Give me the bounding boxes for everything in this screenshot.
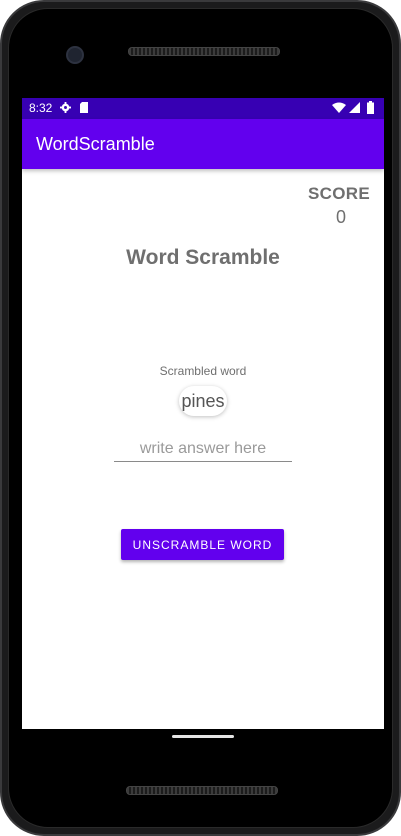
unscramble-word-button[interactable]: UNSCRAMBLE WORD [121, 529, 284, 560]
game-title: Word Scramble [126, 246, 280, 269]
status-time: 8:32 [29, 101, 53, 115]
wifi-icon [332, 102, 346, 113]
sd-card-icon [80, 102, 88, 113]
earpiece-speaker [128, 47, 280, 56]
phone-frame: 8:32 WordScramble SCORE 0 Word Scramble … [0, 0, 401, 836]
front-camera [66, 46, 84, 64]
app-title: WordScramble [36, 134, 155, 154]
score-value: 0 [335, 207, 346, 227]
score-label: SCORE [308, 184, 370, 203]
gear-icon [60, 102, 71, 113]
app-screen: 8:32 WordScramble SCORE 0 Word Scramble … [22, 98, 384, 729]
status-bar: 8:32 [22, 98, 384, 119]
bottom-speaker [126, 786, 278, 795]
navigation-bar [22, 729, 384, 751]
answer-input[interactable] [114, 436, 292, 462]
scrambled-word-label: Scrambled word [159, 364, 247, 378]
app-bar: WordScramble [22, 119, 384, 169]
scrambled-word: pines [179, 386, 227, 416]
signal-icon [349, 102, 360, 113]
home-gesture-pill[interactable] [172, 735, 234, 738]
battery-icon [367, 101, 374, 114]
